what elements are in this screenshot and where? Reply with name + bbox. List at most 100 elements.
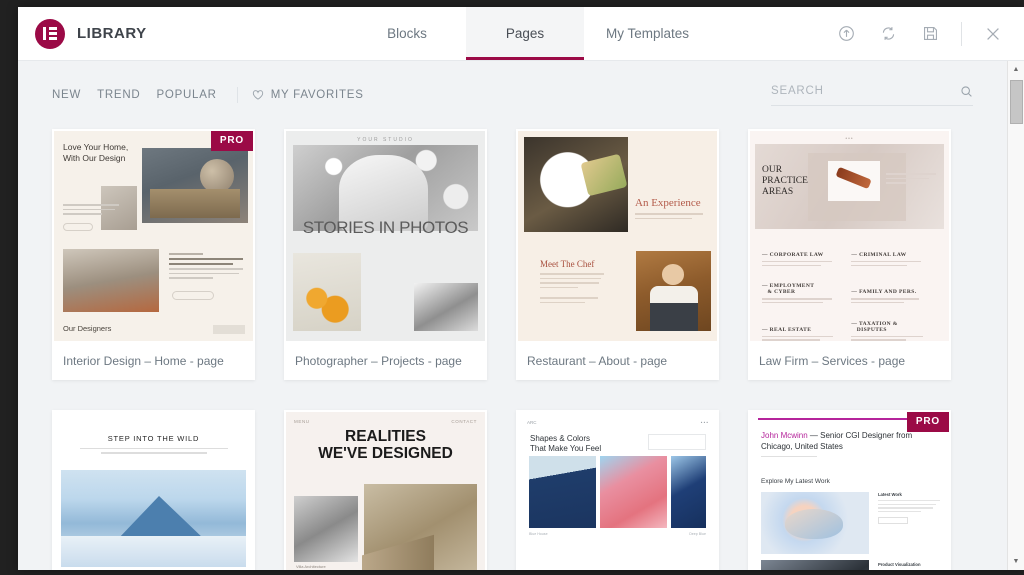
thumb-footer-button [213, 325, 245, 334]
thumb-footer-label: Our Designers [63, 324, 112, 333]
heart-icon [252, 89, 264, 101]
template-title: Interior Design – Home - page [63, 354, 224, 368]
header-actions [833, 7, 1024, 60]
thumb-text-lines [886, 173, 936, 187]
thumb-headline: STEP INTO THE WILD [107, 434, 200, 443]
search-box [771, 85, 973, 106]
filter-toolbar: NEW TREND POPULAR MY FAVORITES [18, 61, 1007, 129]
search-icon[interactable] [960, 85, 973, 98]
close-icon[interactable] [980, 21, 1006, 47]
thumb-image [529, 456, 596, 528]
filter-my-favorites[interactable]: MY FAVORITES [252, 89, 364, 101]
thumb-headline: STORIES IN PHOTOS [302, 218, 469, 237]
thumb-image [293, 253, 361, 331]
header-tabs: Blocks Pages My Templates [348, 7, 833, 60]
template-thumbnail: YOUR STUDIO STORIES IN PHOTOS [286, 131, 485, 341]
save-icon[interactable] [917, 21, 943, 47]
thumb-image [671, 456, 706, 528]
thumb-image [636, 251, 711, 331]
template-card[interactable]: STEP INTO THE WILD [52, 410, 255, 570]
template-card[interactable]: ••• OUR PRACTICE AREAS — CORPORATE LAW —… [748, 129, 951, 380]
header-brand: LIBRARY [18, 7, 348, 60]
scroll-track[interactable] [1008, 78, 1024, 553]
thumb-image [61, 470, 246, 567]
tab-blocks[interactable]: Blocks [348, 7, 466, 60]
template-thumbnail: MENU CONTACT REALITIES WE'VE DESIGNED Vill… [286, 412, 485, 570]
template-card[interactable]: MENU CONTACT REALITIES WE'VE DESIGNED Vill… [284, 410, 487, 570]
thumb-text-lines [169, 253, 243, 282]
my-favorites-label: MY FAVORITES [270, 89, 364, 101]
thumb-image [294, 496, 358, 562]
template-card[interactable]: An Experience Meet The Chef Restaurant –… [516, 129, 719, 380]
thumb-image [828, 161, 880, 201]
modal-header: LIBRARY Blocks Pages My Templates [18, 7, 1024, 61]
thumb-image [142, 148, 248, 223]
filter-trend[interactable]: TREND [97, 85, 156, 105]
thumb-columns: — CORPORATE LAW — CRIMINAL LAW — EMPLOYM… [762, 243, 939, 341]
thumb-button [172, 291, 214, 300]
thumb-headline: Shapes & Colors That Make You Feel [530, 434, 602, 453]
filter-popular[interactable]: POPULAR [156, 85, 232, 105]
header-divider [961, 21, 962, 46]
filter-new[interactable]: NEW [52, 85, 97, 105]
template-thumbnail: ••• OUR PRACTICE AREAS — CORPORATE LAW —… [750, 131, 949, 341]
thumb-image [761, 492, 869, 554]
thumb-headline: OUR PRACTICE AREAS [762, 165, 808, 197]
scroll-up-button[interactable]: ▲ [1008, 61, 1024, 78]
template-grid: PRO Love Your Home, With Our Design Our … [18, 129, 1007, 570]
template-title: Law Firm – Services - page [759, 354, 906, 368]
scroll-thumb[interactable] [1010, 80, 1023, 124]
thumb-headline: John Mcwinn — Senior CGI Designer from C… [761, 431, 913, 451]
thumb-text-lines [761, 456, 817, 460]
tab-my-templates[interactable]: My Templates [584, 7, 711, 60]
pro-badge: PRO [906, 412, 949, 432]
thumb-text-lines [540, 297, 604, 306]
thumb-topbar: YOUR STUDIO [357, 137, 414, 143]
thumb-section-title: Explore My Latest Work [761, 478, 830, 485]
thumb-side-block: Latest Work [878, 492, 940, 525]
thumb-text-box [648, 434, 706, 450]
template-card[interactable]: PRO Love Your Home, With Our Design Our … [52, 129, 255, 380]
sync-icon[interactable] [875, 21, 901, 47]
template-card[interactable]: PRO John Mcwinn — Senior CGI Designer fr… [748, 410, 951, 570]
thumb-caption: Villa Architecture [296, 564, 326, 569]
pro-badge: PRO [210, 131, 253, 151]
elementor-logo-icon [35, 18, 65, 49]
thumb-nav: MENU CONTACT [294, 419, 477, 424]
thumb-image [600, 456, 667, 528]
template-card[interactable]: YOUR STUDIO STORIES IN PHOTOS Photograph… [284, 129, 487, 380]
thumb-image [414, 283, 478, 331]
upload-icon[interactable] [833, 21, 859, 47]
thumb-text-lines [63, 204, 119, 218]
thumb-captions: Blue House Deep Blue [529, 532, 706, 536]
thumb-headline: An Experience [635, 197, 701, 209]
thumb-area-item: — TAXATION & DISPUTES [851, 321, 936, 341]
thumb-image [524, 137, 628, 232]
template-scroll-area: NEW TREND POPULAR MY FAVORITES SEARCH PR… [18, 61, 1007, 570]
thumb-text-lines [540, 273, 604, 291]
thumb-area-item: — CORPORATE LAW [762, 252, 847, 268]
app-root: LIBRARY Blocks Pages My Templates NEW TR… [0, 0, 1024, 575]
filter-divider [236, 87, 238, 103]
template-thumbnail: PRO John Mcwinn — Senior CGI Designer fr… [750, 412, 949, 570]
thumb-area-item: — CRIMINAL LAW [851, 252, 936, 268]
thumb-area-item: — FAMILY AND PERS. [851, 289, 936, 305]
template-title: Restaurant – About - page [527, 354, 668, 368]
modal-body: NEW TREND POPULAR MY FAVORITES SEARCH PR… [18, 61, 1024, 570]
template-thumbnail: PRO Love Your Home, With Our Design Our … [54, 131, 253, 341]
thumb-image [364, 484, 477, 570]
vertical-scrollbar[interactable]: ▲ ▼ [1007, 61, 1024, 570]
thumb-text-lines [80, 448, 228, 457]
template-thumbnail: An Experience Meet The Chef [518, 131, 717, 341]
template-card[interactable]: ARC • • • Shapes & Colors That Make You Fe… [516, 410, 719, 570]
search-input[interactable] [771, 85, 954, 97]
scroll-down-button[interactable]: ▼ [1008, 553, 1024, 570]
thumb-section-title: Meet The Chef [540, 259, 595, 269]
template-thumbnail: ARC • • • Shapes & Colors That Make You Fe… [518, 412, 717, 570]
filter-group: NEW TREND POPULAR MY FAVORITES [52, 85, 364, 105]
thumb-side-block: Product Visualization [878, 562, 940, 570]
thumb-headline: Love Your Home, With Our Design [63, 142, 129, 163]
thumb-image [63, 249, 159, 312]
tab-pages[interactable]: Pages [466, 7, 584, 60]
thumb-area-item: — EMPLOYMENT & CYBER [762, 283, 847, 305]
